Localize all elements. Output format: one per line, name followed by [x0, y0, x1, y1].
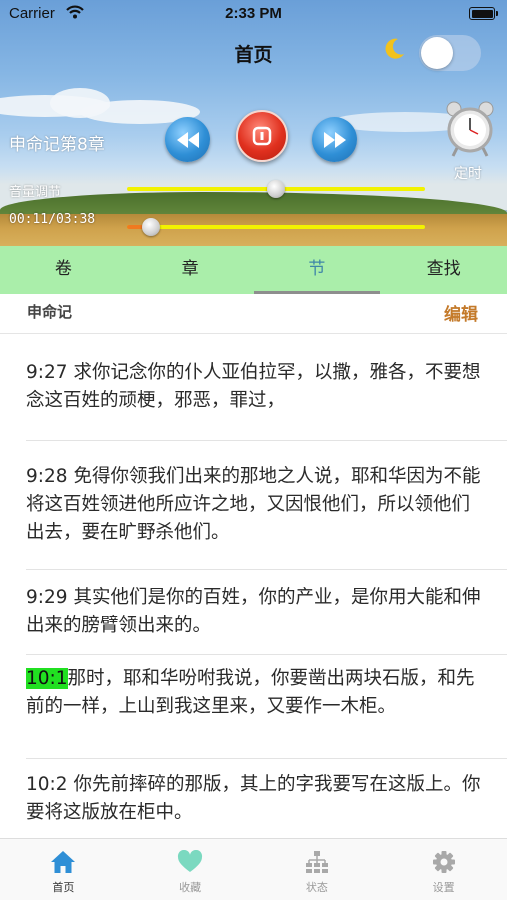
verse-item-highlighted[interactable]: 10:1那时，耶和华吩咐我说，你要凿出两块石版，和先前的一样，上山到我这里来，又…	[26, 665, 481, 721]
hierarchy-icon	[305, 851, 328, 873]
moon-icon	[385, 38, 404, 59]
playback-progress-slider[interactable]	[127, 218, 425, 236]
verse-list[interactable]: 9:27 求你记念你的仆人亚伯拉罕，以撒，雅各，不要想念这百姓的顽梗，邪恶，罪过…	[0, 334, 507, 838]
verse-text: 其实他们是你的百姓，你的产业，是你用大能和伸出来的膀臂领出来的。	[26, 587, 481, 636]
tab-status[interactable]: 状态	[254, 839, 381, 900]
divider	[26, 440, 507, 441]
tab-label: 设置	[432, 881, 455, 894]
tab-settings[interactable]: 设置	[380, 839, 507, 900]
playback-time: 00:11/03:38	[9, 212, 96, 227]
tab-label: 首页	[52, 881, 75, 894]
segment-tabs: 卷 章 节 查找	[0, 246, 507, 294]
rewind-button[interactable]	[165, 117, 210, 162]
tab-label: 状态	[305, 881, 328, 894]
verse-text: 那时，耶和华吩咐我说，你要凿出两块石版，和先前的一样，上山到我这里来，又要作一木…	[26, 668, 475, 717]
fast-forward-icon	[323, 131, 346, 148]
tab-home[interactable]: 首页	[0, 839, 127, 900]
home-icon	[51, 851, 76, 873]
tab-search[interactable]: 查找	[380, 246, 507, 294]
current-chapter: 申命记第8章	[9, 135, 105, 155]
gear-icon	[432, 851, 455, 873]
player-header: Carrier 2:33 PM 首页 申命记第8章 定时 音量调节 00:11/…	[0, 0, 507, 246]
edit-button[interactable]: 编辑	[444, 300, 478, 325]
tab-label: 收藏	[179, 881, 202, 894]
verse-text: 免得你领我们出来的那地之人说，耶和华因为不能将这百姓领进他所应许之地，又因恨他们…	[26, 466, 481, 543]
verse-item[interactable]: 10:2 你先前摔碎的那版，其上的字我要写在这版上。你要将这版放在柜中。	[26, 771, 481, 827]
volume-slider[interactable]	[127, 180, 425, 198]
divider	[26, 654, 507, 655]
verse-item[interactable]: 9:27 求你记念你的仆人亚伯拉罕，以撒，雅各，不要想念这百姓的顽梗，邪恶，罪过…	[26, 359, 481, 415]
verse-ref: 9:27	[26, 362, 68, 383]
volume-label: 音量调节	[9, 185, 62, 200]
tab-verse[interactable]: 节	[253, 246, 381, 294]
toggle-knob	[421, 37, 453, 69]
verse-text: 你先前摔碎的那版，其上的字我要写在这版上。你要将这版放在柜中。	[26, 774, 481, 823]
alarm-clock-icon[interactable]	[445, 100, 495, 158]
play-icon	[252, 126, 272, 146]
timer-label[interactable]: 定时	[454, 163, 482, 183]
divider	[26, 569, 507, 570]
verse-item[interactable]: 9:28 免得你领我们出来的那地之人说，耶和华因为不能将这百姓领进他所应许之地，…	[26, 463, 481, 547]
tab-chapter[interactable]: 章	[127, 246, 254, 294]
book-header: 申命记 编辑	[0, 294, 507, 334]
battery-icon	[469, 7, 498, 20]
verse-ref-highlighted: 10:1	[26, 668, 68, 689]
rewind-icon	[176, 131, 199, 148]
play-button[interactable]	[236, 110, 288, 162]
status-bar: Carrier 2:33 PM	[0, 0, 507, 28]
tab-favorites[interactable]: 收藏	[127, 839, 254, 900]
tab-volume[interactable]: 卷	[0, 246, 127, 294]
status-time: 2:33 PM	[225, 5, 282, 22]
bottom-tab-bar: 首页 收藏 状态 设置	[0, 838, 507, 900]
verse-item[interactable]: 9:29 其实他们是你的百姓，你的产业，是你用大能和伸出来的膀臂领出来的。	[26, 584, 481, 640]
verse-ref: 9:29	[26, 587, 68, 608]
verse-ref: 9:28	[26, 466, 68, 487]
heart-icon	[178, 850, 203, 872]
volume-slider-thumb[interactable]	[267, 180, 285, 198]
divider	[26, 758, 507, 759]
verse-ref: 10:2	[26, 774, 68, 795]
playback-slider-thumb[interactable]	[141, 218, 160, 236]
fast-forward-button[interactable]	[312, 117, 357, 162]
book-name: 申命记	[27, 303, 73, 321]
verse-text: 求你记念你的仆人亚伯拉罕，以撒，雅各，不要想念这百姓的顽梗，邪恶，罪过，	[26, 362, 481, 411]
night-mode-toggle[interactable]	[419, 35, 481, 71]
